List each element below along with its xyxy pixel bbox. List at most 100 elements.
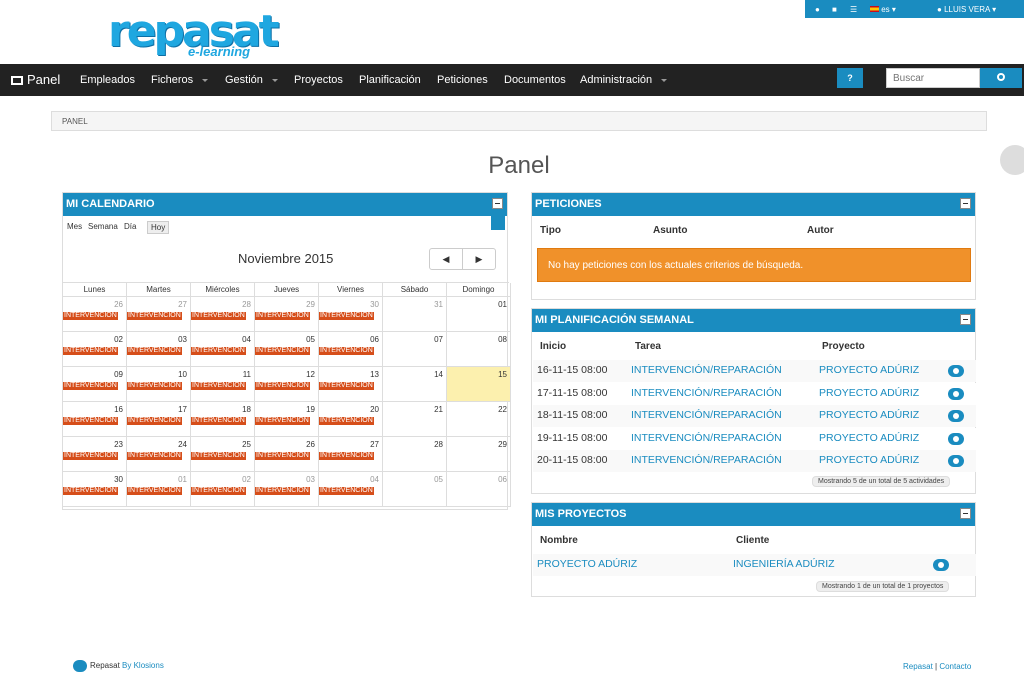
calendar-event[interactable]: INTERVENCIÓN [319,382,374,390]
minimize-button[interactable] [492,198,503,209]
calendar-day-cell[interactable]: 04 INTERVENCIÓN [319,472,383,507]
calendar-day-cell[interactable]: 28 [383,437,447,472]
proyecto-cell[interactable]: PROYECTO ADÚRIZ [819,454,919,466]
nav-planificacion[interactable]: Planificación [359,64,421,96]
calendar-day-cell[interactable]: 31 [383,297,447,332]
col-proyecto[interactable]: Proyecto [822,341,865,352]
calendar-event[interactable]: INTERVENCIÓN [63,452,118,460]
calendar-day-cell[interactable]: 04 INTERVENCIÓN [191,332,255,367]
briefcase-icon[interactable]: ■ [832,5,837,14]
nav-documentos[interactable]: Documentos [504,64,566,96]
calendar-day-cell[interactable]: 02 INTERVENCIÓN [191,472,255,507]
calendar-day-cell[interactable]: 27 INTERVENCIÓN [127,297,191,332]
calendar-event[interactable]: INTERVENCIÓN [319,417,374,425]
calendar-event[interactable]: INTERVENCIÓN [63,312,118,320]
calendar-event[interactable]: INTERVENCIÓN [319,487,374,495]
view-eye-icon[interactable] [948,432,964,445]
view-dia[interactable]: Día [121,221,139,234]
calendar-event[interactable]: INTERVENCIÓN [255,382,310,390]
user-icon[interactable]: ● [815,5,820,14]
calendar-day-cell[interactable]: 05 INTERVENCIÓN [255,332,319,367]
search-button[interactable] [980,68,1022,88]
calendar-day-cell[interactable]: 13 INTERVENCIÓN [319,367,383,402]
view-mes[interactable]: Mes [64,221,85,234]
client-link[interactable]: INGENIERÍA ADÚRIZ [733,558,835,570]
calendar-event[interactable]: INTERVENCIÓN [127,452,182,460]
col-nombre[interactable]: Nombre [540,535,578,546]
calendar-event[interactable]: INTERVENCIÓN [191,452,246,460]
user-menu[interactable]: ● LLUIS VERA ▾ [937,5,996,14]
calendar-icon[interactable] [491,216,505,230]
nav-proyectos[interactable]: Proyectos [294,64,343,96]
calendar-event[interactable]: INTERVENCIÓN [319,452,374,460]
calendar-event[interactable]: INTERVENCIÓN [63,417,118,425]
col-autor[interactable]: Autor [807,225,834,236]
calendar-event[interactable]: INTERVENCIÓN [127,347,182,355]
calendar-day-cell[interactable]: 24 INTERVENCIÓN [127,437,191,472]
calendar-day-cell[interactable]: 26 INTERVENCIÓN [255,437,319,472]
calendar-day-cell[interactable]: 08 [447,332,511,367]
repasat-logo[interactable]: repasat e-learning [108,10,280,64]
calendar-day-cell[interactable]: 11 INTERVENCIÓN [191,367,255,402]
calendar-day-cell[interactable]: 07 [383,332,447,367]
view-semana[interactable]: Semana [85,221,121,234]
calendar-event[interactable]: INTERVENCIÓN [319,312,374,320]
col-asunto[interactable]: Asunto [653,225,687,236]
view-eye-icon[interactable] [948,365,964,377]
language-selector[interactable]: es ▾ [870,5,896,14]
calendar-day-cell[interactable]: 06 [447,472,511,507]
footer-contacto-link[interactable]: Contacto [939,662,971,671]
calendar-event[interactable]: INTERVENCIÓN [319,347,374,355]
calendar-event[interactable]: INTERVENCIÓN [63,487,118,495]
calendar-event[interactable]: INTERVENCIÓN [191,417,246,425]
calendar-day-cell[interactable]: 03 INTERVENCIÓN [127,332,191,367]
nav-brand-panel[interactable]: Panel [11,64,60,96]
calendar-event[interactable]: INTERVENCIÓN [191,382,246,390]
calendar-event[interactable]: INTERVENCIÓN [127,312,182,320]
tarea-cell[interactable]: INTERVENCIÓN/REPARACIÓN [631,387,782,399]
calendar-day-cell[interactable]: 17 INTERVENCIÓN [127,402,191,437]
view-eye-icon[interactable] [948,387,964,400]
calendar-event[interactable]: INTERVENCIÓN [63,347,118,355]
calendar-event[interactable]: INTERVENCIÓN [255,347,310,355]
calendar-day-cell[interactable]: 05 [383,472,447,507]
calendar-day-cell[interactable]: 10 INTERVENCIÓN [127,367,191,402]
nav-gestion[interactable]: Gestión [225,64,278,96]
calendar-event[interactable]: INTERVENCIÓN [127,382,182,390]
floating-help-button[interactable] [1000,145,1024,175]
project-name-link[interactable]: PROYECTO ADÚRIZ [537,558,637,570]
calendar-event[interactable]: INTERVENCIÓN [255,487,310,495]
prev-month-button[interactable]: ◀ [429,248,463,270]
calendar-day-cell[interactable]: 29 INTERVENCIÓN [255,297,319,332]
calendar-event[interactable]: INTERVENCIÓN [255,452,310,460]
calendar-event[interactable]: INTERVENCIÓN [127,417,182,425]
minimize-button[interactable] [960,508,971,519]
view-eye-icon[interactable] [948,455,964,467]
calendar-event[interactable]: INTERVENCIÓN [191,312,246,320]
view-eye-icon[interactable] [948,410,964,422]
col-tipo[interactable]: Tipo [540,225,561,236]
minimize-button[interactable] [960,198,971,209]
calendar-event[interactable]: INTERVENCIÓN [255,312,310,320]
calendar-day-cell[interactable]: 14 [383,367,447,402]
calendar-day-cell[interactable]: 16 INTERVENCIÓN [63,402,127,437]
calendar-day-cell[interactable]: 12 INTERVENCIÓN [255,367,319,402]
tarea-cell[interactable]: INTERVENCIÓN/REPARACIÓN [631,432,782,444]
calendar-day-cell[interactable]: 21 [383,402,447,437]
calendar-event[interactable]: INTERVENCIÓN [63,382,118,390]
calendar-event[interactable]: INTERVENCIÓN [191,347,246,355]
footer-repasat-link[interactable]: Repasat [903,662,933,671]
today-button[interactable]: Hoy [147,221,170,234]
calendar-day-cell[interactable]: 15 [447,367,511,402]
nav-empleados[interactable]: Empleados [80,64,135,96]
proyecto-cell[interactable]: PROYECTO ADÚRIZ [819,387,919,399]
calendar-day-cell[interactable]: 25 INTERVENCIÓN [191,437,255,472]
klosions-link[interactable]: By Klosions [122,661,164,670]
calendar-day-cell[interactable]: 26 INTERVENCIÓN [63,297,127,332]
calendar-event[interactable]: INTERVENCIÓN [191,487,246,495]
calendar-day-cell[interactable]: 02 INTERVENCIÓN [63,332,127,367]
calendar-day-cell[interactable]: 06 INTERVENCIÓN [319,332,383,367]
help-button[interactable]: ? [837,68,863,88]
calendar-event[interactable]: INTERVENCIÓN [255,417,310,425]
calendar-day-cell[interactable]: 28 INTERVENCIÓN [191,297,255,332]
